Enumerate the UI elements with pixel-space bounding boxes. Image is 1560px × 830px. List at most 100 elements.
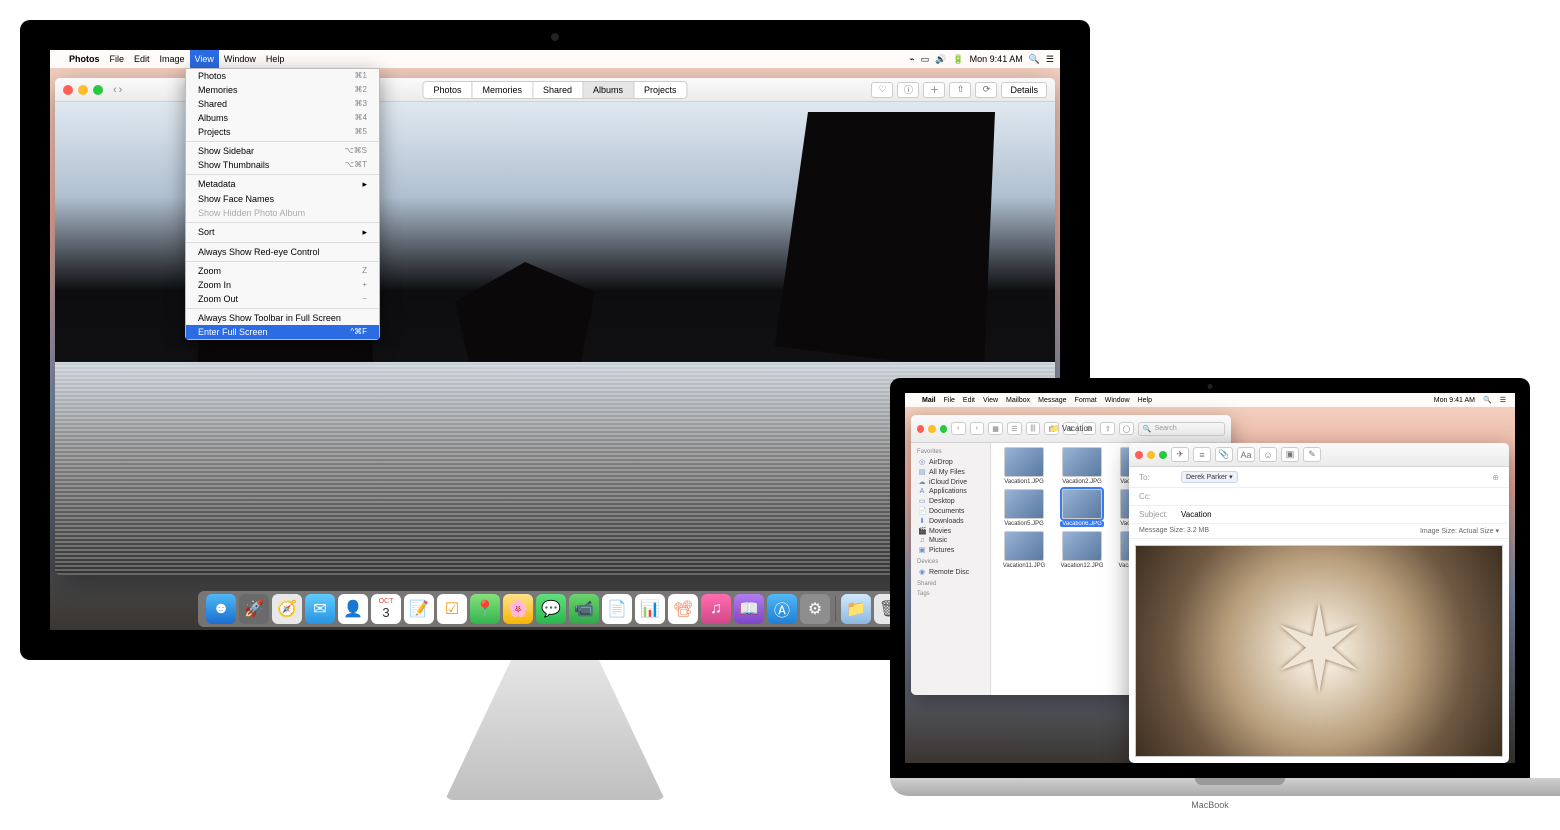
menu-item-zoom-in[interactable]: Zoom In+ (186, 278, 379, 292)
dock-folder-icon[interactable]: 📁 (841, 594, 871, 624)
dock-settings-icon[interactable]: ⚙︎ (800, 594, 830, 624)
share-icon[interactable]: ⇧ (1100, 422, 1115, 435)
minimize-icon[interactable] (1147, 451, 1155, 459)
menu-image[interactable]: Image (155, 50, 190, 68)
dock-notes-icon[interactable]: 📝 (404, 594, 434, 624)
share-icon[interactable]: ⇧ (949, 82, 971, 98)
back-button[interactable]: ‹ (113, 84, 117, 96)
menu-file[interactable]: File (940, 397, 959, 404)
subject-field[interactable]: Subject: Vacation (1129, 506, 1509, 524)
menu-mailbox[interactable]: Mailbox (1002, 397, 1034, 404)
spotlight-icon[interactable]: 🔍 (1029, 54, 1040, 65)
dock-mail-icon[interactable]: ✉︎ (305, 594, 335, 624)
sidebar-item-allfiles[interactable]: ▤All My Files (915, 467, 986, 477)
segment-shared[interactable]: Shared (533, 82, 583, 98)
info-icon[interactable]: ⓘ (897, 82, 919, 98)
close-icon[interactable] (917, 425, 924, 433)
sidebar-item-downloads[interactable]: ⬇Downloads (915, 516, 986, 526)
menu-help[interactable]: Help (261, 50, 290, 68)
menu-item-zoom-out[interactable]: Zoom Out− (186, 292, 379, 306)
attach-icon[interactable]: 📎 (1215, 447, 1233, 462)
dock-itunes-icon[interactable]: ♫ (701, 594, 731, 624)
dock-maps-icon[interactable]: 📍 (470, 594, 500, 624)
menu-item-redeye[interactable]: Always Show Red-eye Control (186, 245, 379, 259)
cc-field[interactable]: Cc: (1129, 488, 1509, 506)
menu-item-photos[interactable]: Photos⌘1 (186, 69, 379, 83)
display-icon[interactable]: ▭ (921, 54, 930, 65)
details-button[interactable]: Details (1001, 82, 1047, 98)
file-item[interactable]: Vacation12.JPG (1055, 531, 1109, 569)
menu-item-memories[interactable]: Memories⌘2 (186, 83, 379, 97)
dock-finder-icon[interactable]: ☻ (206, 594, 236, 624)
spotlight-icon[interactable]: 🔍 (1479, 396, 1496, 404)
menu-item-shared[interactable]: Shared⌘3 (186, 97, 379, 111)
menu-format[interactable]: Format (1071, 397, 1101, 404)
menu-view[interactable]: View (190, 50, 219, 68)
menu-item-projects[interactable]: Projects⌘5 (186, 125, 379, 139)
fullscreen-icon[interactable] (93, 85, 103, 95)
wifi-icon[interactable]: ⌁ (909, 54, 914, 65)
markup-icon[interactable]: ✎ (1303, 447, 1321, 462)
sidebar-item-music[interactable]: ♫Music (915, 536, 986, 545)
search-input[interactable]: 🔍Search (1138, 422, 1225, 436)
dock-ibooks-icon[interactable]: 📖 (734, 594, 764, 624)
dock-safari-icon[interactable]: 🧭 (272, 594, 302, 624)
file-item[interactable]: Vacation1.JPG (997, 447, 1051, 485)
sidebar-item-icloud[interactable]: ☁iCloud Drive (915, 477, 986, 487)
file-item[interactable]: Vacation11.JPG (997, 531, 1051, 569)
sidebar-item-remotedisc[interactable]: ◉Remote Disc (915, 567, 986, 577)
back-button[interactable]: ‹ (951, 422, 966, 435)
sidebar-item-pictures[interactable]: ▣Pictures (915, 545, 986, 555)
dock-photos-icon[interactable]: 🌸 (503, 594, 533, 624)
sidebar-item-desktop[interactable]: ▭Desktop (915, 496, 986, 506)
dock-messages-icon[interactable]: 💬 (536, 594, 566, 624)
segment-memories[interactable]: Memories (472, 82, 533, 98)
menu-file[interactable]: File (105, 50, 130, 68)
menu-item-metadata[interactable]: Metadata (186, 177, 379, 192)
to-field[interactable]: To: Derek Parker ▾ ⊕ (1129, 467, 1509, 488)
clock[interactable]: Mon 9:41 AM (1430, 397, 1479, 404)
add-recipient-icon[interactable]: ⊕ (1492, 473, 1499, 482)
header-fields-icon[interactable]: ≡ (1193, 447, 1211, 462)
sidebar-item-airdrop[interactable]: ◎AirDrop (915, 457, 986, 467)
dock-appstore-icon[interactable]: Ⓐ (767, 594, 797, 624)
menu-item-zoom[interactable]: ZoomZ (186, 264, 379, 278)
close-icon[interactable] (1135, 451, 1143, 459)
sidebar-item-movies[interactable]: 🎬Movies (915, 526, 986, 536)
format-icon[interactable]: Aa (1237, 447, 1255, 462)
fullscreen-icon[interactable] (940, 425, 947, 433)
forward-button[interactable]: › (970, 422, 985, 435)
menu-item-toolbar-fullscreen[interactable]: Always Show Toolbar in Full Screen (186, 311, 379, 325)
menu-item-enter-full-screen[interactable]: Enter Full Screen^⌘F (186, 325, 379, 339)
dock-keynote-icon[interactable]: 📽 (668, 594, 698, 624)
dock-reminders-icon[interactable]: ☑︎ (437, 594, 467, 624)
segment-projects[interactable]: Projects (634, 82, 687, 98)
menubar-app-name[interactable]: Mail (918, 397, 940, 404)
dock-contacts-icon[interactable]: 👤 (338, 594, 368, 624)
minimize-icon[interactable] (928, 425, 935, 433)
mail-body[interactable]: ✶ (1129, 539, 1509, 763)
fullscreen-icon[interactable] (1159, 451, 1167, 459)
photo-browser-icon[interactable]: ▣ (1281, 447, 1299, 462)
menu-window[interactable]: Window (219, 50, 261, 68)
menu-edit[interactable]: Edit (129, 50, 155, 68)
rotate-icon[interactable]: ⟳ (975, 82, 997, 98)
menu-view[interactable]: View (979, 397, 1002, 404)
dock-pages-icon[interactable]: 📄 (602, 594, 632, 624)
file-item-selected[interactable]: Vacation6.JPG (1055, 489, 1109, 527)
dock-facetime-icon[interactable]: 📹 (569, 594, 599, 624)
menu-help[interactable]: Help (1134, 397, 1156, 404)
menu-edit[interactable]: Edit (959, 397, 979, 404)
sidebar-item-applications[interactable]: AApplications (915, 487, 986, 496)
favorite-icon[interactable]: ♡ (871, 82, 893, 98)
file-item[interactable]: Vacation2.JPG (1055, 447, 1109, 485)
battery-icon[interactable]: 🔋 (952, 54, 963, 65)
view-icons-icon[interactable]: ▦ (988, 422, 1003, 435)
volume-icon[interactable]: 🔊 (935, 54, 946, 65)
segment-albums[interactable]: Albums (583, 82, 634, 98)
dock-launchpad-icon[interactable]: 🚀 (239, 594, 269, 624)
sidebar-item-documents[interactable]: 📄Documents (915, 506, 986, 516)
add-icon[interactable]: ＋ (923, 82, 945, 98)
forward-button[interactable]: › (119, 84, 123, 96)
tags-icon[interactable]: ◯ (1119, 422, 1134, 435)
